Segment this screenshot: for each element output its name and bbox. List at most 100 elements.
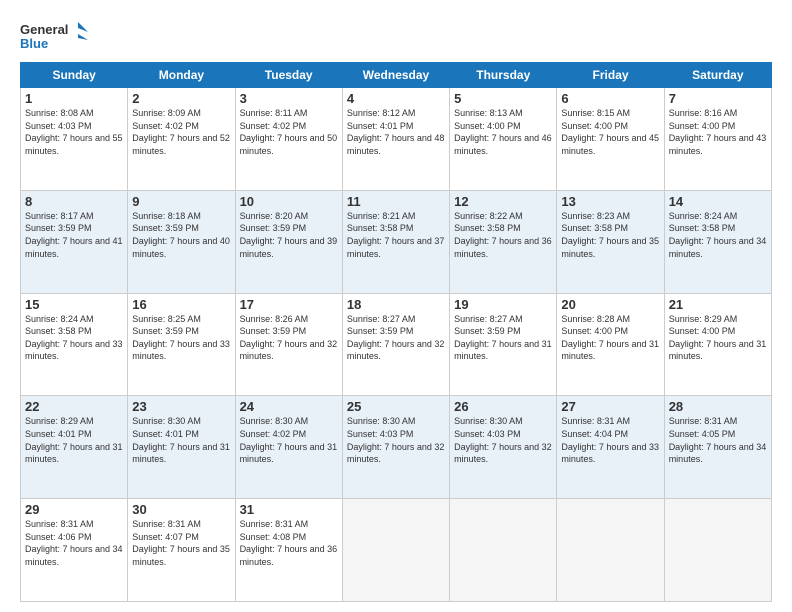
day-info: Sunrise: 8:30 AM Sunset: 4:02 PM Dayligh… [240, 415, 338, 465]
calendar-cell: 31Sunrise: 8:31 AM Sunset: 4:08 PM Dayli… [235, 499, 342, 602]
calendar-cell: 16Sunrise: 8:25 AM Sunset: 3:59 PM Dayli… [128, 293, 235, 396]
day-info: Sunrise: 8:31 AM Sunset: 4:07 PM Dayligh… [132, 518, 230, 568]
day-number: 8 [25, 194, 123, 209]
calendar-cell: 6Sunrise: 8:15 AM Sunset: 4:00 PM Daylig… [557, 88, 664, 191]
day-number: 17 [240, 297, 338, 312]
calendar-cell [342, 499, 449, 602]
day-info: Sunrise: 8:31 AM Sunset: 4:08 PM Dayligh… [240, 518, 338, 568]
day-number: 7 [669, 91, 767, 106]
calendar-week-row: 29Sunrise: 8:31 AM Sunset: 4:06 PM Dayli… [21, 499, 772, 602]
day-number: 18 [347, 297, 445, 312]
day-number: 11 [347, 194, 445, 209]
weekday-header-tuesday: Tuesday [235, 63, 342, 88]
day-number: 29 [25, 502, 123, 517]
day-number: 6 [561, 91, 659, 106]
calendar-cell: 13Sunrise: 8:23 AM Sunset: 3:58 PM Dayli… [557, 190, 664, 293]
calendar-cell: 24Sunrise: 8:30 AM Sunset: 4:02 PM Dayli… [235, 396, 342, 499]
day-info: Sunrise: 8:22 AM Sunset: 3:58 PM Dayligh… [454, 210, 552, 260]
day-info: Sunrise: 8:24 AM Sunset: 3:58 PM Dayligh… [669, 210, 767, 260]
day-number: 14 [669, 194, 767, 209]
calendar-cell: 8Sunrise: 8:17 AM Sunset: 3:59 PM Daylig… [21, 190, 128, 293]
calendar-cell: 1Sunrise: 8:08 AM Sunset: 4:03 PM Daylig… [21, 88, 128, 191]
day-info: Sunrise: 8:27 AM Sunset: 3:59 PM Dayligh… [347, 313, 445, 363]
day-info: Sunrise: 8:09 AM Sunset: 4:02 PM Dayligh… [132, 107, 230, 157]
day-info: Sunrise: 8:12 AM Sunset: 4:01 PM Dayligh… [347, 107, 445, 157]
calendar-cell: 11Sunrise: 8:21 AM Sunset: 3:58 PM Dayli… [342, 190, 449, 293]
day-number: 23 [132, 399, 230, 414]
calendar-cell: 15Sunrise: 8:24 AM Sunset: 3:58 PM Dayli… [21, 293, 128, 396]
calendar-week-row: 15Sunrise: 8:24 AM Sunset: 3:58 PM Dayli… [21, 293, 772, 396]
calendar-cell [557, 499, 664, 602]
day-info: Sunrise: 8:29 AM Sunset: 4:01 PM Dayligh… [25, 415, 123, 465]
day-info: Sunrise: 8:28 AM Sunset: 4:00 PM Dayligh… [561, 313, 659, 363]
logo: General Blue [20, 18, 90, 58]
day-info: Sunrise: 8:29 AM Sunset: 4:00 PM Dayligh… [669, 313, 767, 363]
day-number: 15 [25, 297, 123, 312]
header: General Blue [20, 18, 772, 58]
calendar-cell: 18Sunrise: 8:27 AM Sunset: 3:59 PM Dayli… [342, 293, 449, 396]
day-info: Sunrise: 8:18 AM Sunset: 3:59 PM Dayligh… [132, 210, 230, 260]
calendar-cell: 5Sunrise: 8:13 AM Sunset: 4:00 PM Daylig… [450, 88, 557, 191]
weekday-header-row: SundayMondayTuesdayWednesdayThursdayFrid… [21, 63, 772, 88]
day-info: Sunrise: 8:30 AM Sunset: 4:03 PM Dayligh… [454, 415, 552, 465]
day-number: 13 [561, 194, 659, 209]
day-info: Sunrise: 8:16 AM Sunset: 4:00 PM Dayligh… [669, 107, 767, 157]
calendar-week-row: 8Sunrise: 8:17 AM Sunset: 3:59 PM Daylig… [21, 190, 772, 293]
day-number: 30 [132, 502, 230, 517]
day-number: 22 [25, 399, 123, 414]
page: General Blue SundayMondayTuesdayWednesda… [0, 0, 792, 612]
day-number: 24 [240, 399, 338, 414]
day-number: 2 [132, 91, 230, 106]
day-info: Sunrise: 8:24 AM Sunset: 3:58 PM Dayligh… [25, 313, 123, 363]
calendar-cell: 27Sunrise: 8:31 AM Sunset: 4:04 PM Dayli… [557, 396, 664, 499]
calendar-week-row: 1Sunrise: 8:08 AM Sunset: 4:03 PM Daylig… [21, 88, 772, 191]
calendar-table: SundayMondayTuesdayWednesdayThursdayFrid… [20, 62, 772, 602]
calendar-cell: 25Sunrise: 8:30 AM Sunset: 4:03 PM Dayli… [342, 396, 449, 499]
svg-text:General: General [20, 22, 68, 37]
day-info: Sunrise: 8:27 AM Sunset: 3:59 PM Dayligh… [454, 313, 552, 363]
weekday-header-saturday: Saturday [664, 63, 771, 88]
weekday-header-friday: Friday [557, 63, 664, 88]
calendar-cell: 26Sunrise: 8:30 AM Sunset: 4:03 PM Dayli… [450, 396, 557, 499]
calendar-cell: 3Sunrise: 8:11 AM Sunset: 4:02 PM Daylig… [235, 88, 342, 191]
weekday-header-wednesday: Wednesday [342, 63, 449, 88]
day-number: 3 [240, 91, 338, 106]
day-number: 4 [347, 91, 445, 106]
calendar-cell: 2Sunrise: 8:09 AM Sunset: 4:02 PM Daylig… [128, 88, 235, 191]
day-info: Sunrise: 8:20 AM Sunset: 3:59 PM Dayligh… [240, 210, 338, 260]
day-number: 19 [454, 297, 552, 312]
day-number: 10 [240, 194, 338, 209]
calendar-cell: 12Sunrise: 8:22 AM Sunset: 3:58 PM Dayli… [450, 190, 557, 293]
day-info: Sunrise: 8:11 AM Sunset: 4:02 PM Dayligh… [240, 107, 338, 157]
day-info: Sunrise: 8:26 AM Sunset: 3:59 PM Dayligh… [240, 313, 338, 363]
calendar-cell: 28Sunrise: 8:31 AM Sunset: 4:05 PM Dayli… [664, 396, 771, 499]
calendar-cell: 23Sunrise: 8:30 AM Sunset: 4:01 PM Dayli… [128, 396, 235, 499]
calendar-cell [450, 499, 557, 602]
weekday-header-thursday: Thursday [450, 63, 557, 88]
calendar-cell: 22Sunrise: 8:29 AM Sunset: 4:01 PM Dayli… [21, 396, 128, 499]
day-info: Sunrise: 8:21 AM Sunset: 3:58 PM Dayligh… [347, 210, 445, 260]
day-number: 9 [132, 194, 230, 209]
day-info: Sunrise: 8:30 AM Sunset: 4:01 PM Dayligh… [132, 415, 230, 465]
day-number: 5 [454, 91, 552, 106]
day-info: Sunrise: 8:25 AM Sunset: 3:59 PM Dayligh… [132, 313, 230, 363]
day-number: 16 [132, 297, 230, 312]
weekday-header-sunday: Sunday [21, 63, 128, 88]
calendar-cell: 30Sunrise: 8:31 AM Sunset: 4:07 PM Dayli… [128, 499, 235, 602]
calendar-week-row: 22Sunrise: 8:29 AM Sunset: 4:01 PM Dayli… [21, 396, 772, 499]
calendar-cell: 4Sunrise: 8:12 AM Sunset: 4:01 PM Daylig… [342, 88, 449, 191]
calendar-cell: 9Sunrise: 8:18 AM Sunset: 3:59 PM Daylig… [128, 190, 235, 293]
day-number: 27 [561, 399, 659, 414]
calendar-cell: 14Sunrise: 8:24 AM Sunset: 3:58 PM Dayli… [664, 190, 771, 293]
general-blue-logo: General Blue [20, 18, 90, 58]
day-info: Sunrise: 8:17 AM Sunset: 3:59 PM Dayligh… [25, 210, 123, 260]
calendar-cell: 17Sunrise: 8:26 AM Sunset: 3:59 PM Dayli… [235, 293, 342, 396]
day-info: Sunrise: 8:08 AM Sunset: 4:03 PM Dayligh… [25, 107, 123, 157]
day-info: Sunrise: 8:31 AM Sunset: 4:05 PM Dayligh… [669, 415, 767, 465]
svg-text:Blue: Blue [20, 36, 48, 51]
calendar-cell: 10Sunrise: 8:20 AM Sunset: 3:59 PM Dayli… [235, 190, 342, 293]
day-number: 26 [454, 399, 552, 414]
calendar-cell [664, 499, 771, 602]
day-info: Sunrise: 8:23 AM Sunset: 3:58 PM Dayligh… [561, 210, 659, 260]
day-info: Sunrise: 8:13 AM Sunset: 4:00 PM Dayligh… [454, 107, 552, 157]
